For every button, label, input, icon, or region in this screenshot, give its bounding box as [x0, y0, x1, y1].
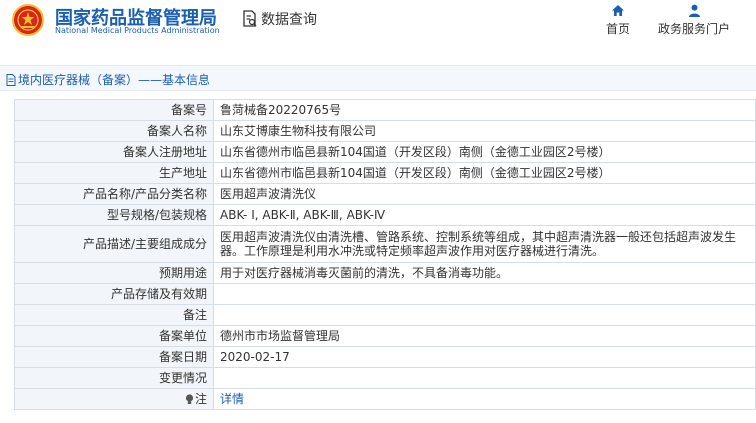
nav-service-portal[interactable]: 政务服务门户 — [652, 4, 736, 37]
data-search-link[interactable]: 数据查询 — [242, 8, 317, 30]
detail-link[interactable]: 详情 — [220, 392, 244, 406]
row-label: 备案号 — [14, 99, 214, 121]
document-icon — [6, 73, 16, 86]
row-label: 型号规格/包装规格 — [14, 204, 214, 226]
lightbulb-icon — [185, 394, 194, 404]
breadcrumb-text[interactable]: 境内医疗器械（备案）——基本信息 — [18, 71, 210, 88]
table-row: 备案号 鲁菏械备20220765号 — [14, 99, 756, 121]
table-row: 备案人注册地址 山东省德州市临邑县新104国道（开发区段）南侧（金德工业园区2号… — [14, 141, 756, 163]
detail-link-cell: 详情 — [213, 388, 756, 410]
document-search-icon — [243, 10, 257, 27]
row-value: 医用超声波清洗仪 — [213, 183, 756, 205]
record-detail-table: 备案号 鲁菏械备20220765号 备案人名称 山东艾博康生物科技有限公司 备案… — [14, 99, 756, 410]
row-value — [213, 283, 756, 305]
table-row: 预期用途 用于对医疗器械消毒灭菌前的清洗，不具备消毒功能。 — [14, 262, 756, 284]
table-row: 备案日期 2020-02-17 — [14, 346, 756, 368]
nav-service-label: 政务服务门户 — [657, 22, 730, 36]
user-icon — [688, 4, 700, 17]
row-value: ABK- Ⅰ, ABK-Ⅱ, ABK-Ⅲ, ABK-Ⅳ — [213, 204, 756, 226]
data-search-label: 数据查询 — [261, 12, 317, 28]
row-label: 产品描述/主要组成成分 — [14, 225, 214, 263]
breadcrumb: 境内医疗器械（备案）——基本信息 — [0, 65, 756, 91]
row-label: 生产地址 — [14, 162, 214, 184]
row-value: 2020-02-17 — [213, 346, 756, 368]
table-row: 备案单位 德州市市场监督管理局 — [14, 325, 756, 347]
row-label: 备案日期 — [14, 346, 214, 368]
row-label: 备案人注册地址 — [14, 141, 214, 163]
home-icon — [612, 5, 624, 16]
row-value: 用于对医疗器械消毒灭菌前的清洗，不具备消毒功能。 — [213, 262, 756, 284]
row-label: 变更情况 — [14, 367, 214, 389]
row-label: 预期用途 — [14, 262, 214, 284]
site-header: 国家药品监督管理局 National Medical Products Admi… — [0, 0, 756, 48]
site-subtitle: National Medical Products Administration — [55, 26, 220, 35]
row-value — [213, 304, 756, 326]
row-value: 鲁菏械备20220765号 — [213, 99, 756, 121]
row-value: 德州市市场监督管理局 — [213, 325, 756, 347]
note-label: 注 — [194, 392, 207, 406]
table-row: 注 详情 — [14, 388, 756, 410]
table-row: 生产地址 山东省德州市临邑县新104国道（开发区段）南侧（金德工业园区2号楼） — [14, 162, 756, 184]
national-emblem-icon — [12, 4, 44, 36]
row-value: 山东艾博康生物科技有限公司 — [213, 120, 756, 142]
note-label-cell: 注 — [14, 388, 214, 410]
row-label: 产品存储及有效期 — [14, 283, 214, 305]
row-label: 备注 — [14, 304, 214, 326]
row-label: 备案人名称 — [14, 120, 214, 142]
row-value: 山东省德州市临邑县新104国道（开发区段）南侧（金德工业园区2号楼） — [213, 162, 756, 184]
row-label: 备案单位 — [14, 325, 214, 347]
table-row: 备案人名称 山东艾博康生物科技有限公司 — [14, 120, 756, 142]
table-row: 型号规格/包装规格 ABK- Ⅰ, ABK-Ⅱ, ABK-Ⅲ, ABK-Ⅳ — [14, 204, 756, 226]
table-row: 产品存储及有效期 — [14, 283, 756, 305]
table-row: 产品名称/产品分类名称 医用超声波清洗仪 — [14, 183, 756, 205]
nav-home-label: 首页 — [605, 22, 630, 36]
table-row: 备注 — [14, 304, 756, 326]
table-row: 变更情况 — [14, 367, 756, 389]
table-row: 产品描述/主要组成成分 医用超声波清洗仪由清洗槽、管路系统、控制系统等组成，其中… — [14, 225, 756, 263]
row-value: 医用超声波清洗仪由清洗槽、管路系统、控制系统等组成，其中超声清洗器一般还包括超声… — [213, 225, 756, 263]
row-label: 产品名称/产品分类名称 — [14, 183, 214, 205]
nav-home[interactable]: 首页 — [600, 4, 636, 37]
row-value: 山东省德州市临邑县新104国道（开发区段）南侧（金德工业园区2号楼） — [213, 141, 756, 163]
row-value — [213, 367, 756, 389]
